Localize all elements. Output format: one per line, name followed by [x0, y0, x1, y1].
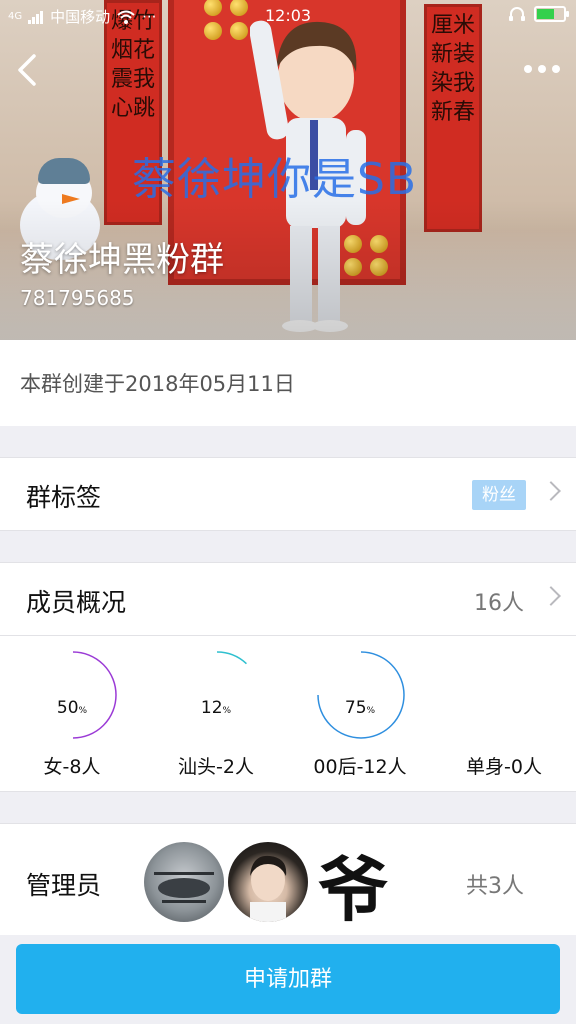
stat-ring — [460, 650, 550, 740]
members-overview-title: 成员概况 — [26, 588, 127, 617]
members-count: 16人 — [474, 591, 524, 616]
stat-percent: 12% — [200, 698, 232, 718]
chevron-right-icon — [541, 481, 561, 501]
stat-label: 单身-0人 — [466, 756, 542, 778]
snowman-hat — [38, 158, 90, 184]
chevron-right-icon — [541, 586, 561, 606]
stat-ring-arc — [72, 651, 117, 739]
admins-title: 管理员 — [26, 871, 102, 900]
admin-avatar[interactable] — [144, 842, 224, 922]
more-dots-icon — [524, 65, 560, 73]
group-cover-banner: 爆竹烟花震我心跳 厘米新装染我新春 蔡徐坤你是SB 4G 中国移动 ··· 12… — [0, 0, 576, 340]
headset-icon — [509, 7, 525, 21]
group-created-section: 本群创建于2018年05月11日 — [0, 340, 576, 426]
battery-icon — [534, 6, 569, 22]
join-group-button[interactable]: 申请加群 — [16, 944, 560, 1014]
stat-age: 75% 00后-12人 — [288, 648, 432, 788]
status-bar: 4G 中国移动 ··· 12:03 — [0, 0, 576, 32]
stat-percent: 75% — [344, 698, 376, 718]
tag-chip: 粉丝 — [472, 480, 526, 510]
stat-ring — [216, 651, 247, 665]
status-time: 12:03 — [265, 6, 312, 25]
admins-total: 共3人 — [466, 874, 524, 899]
stat-label: 女-8人 — [43, 756, 101, 778]
banner-overlay-text: 蔡徐坤你是SB — [132, 154, 418, 205]
admins-row[interactable]: 管理员 爷 共3人 — [0, 823, 576, 935]
network-type: 4G — [8, 11, 23, 22]
more-status-icon: ··· — [142, 7, 157, 26]
status-left: 4G 中国移动 ··· — [8, 6, 156, 27]
couplet-right: 厘米新装染我新春 — [424, 4, 482, 232]
more-button[interactable] — [520, 52, 564, 86]
admin-avatar[interactable]: 爷 — [312, 842, 392, 922]
stat-ring — [317, 651, 405, 739]
group-name: 蔡徐坤黑粉群 — [20, 240, 224, 280]
signal-icon — [28, 10, 44, 24]
status-right — [508, 6, 569, 22]
chevron-left-icon — [18, 54, 36, 86]
group-tags-title: 群标签 — [26, 483, 102, 512]
stat-ring-arc — [216, 651, 247, 665]
group-created-text: 本群创建于2018年05月11日 — [20, 372, 295, 396]
battery-fill — [537, 9, 554, 19]
stat-region: 12% 汕头-2人 — [144, 648, 288, 788]
member-stats: 50% 女-8人 12% 汕头-2人 75% 00后-12人 单身-0人 — [0, 636, 576, 792]
stat-percent: 50% — [56, 698, 88, 718]
stat-ring — [72, 651, 117, 739]
group-id: 781795685 — [20, 286, 135, 310]
members-overview-row[interactable]: 成员概况 16人 — [0, 562, 576, 636]
stat-label: 汕头-2人 — [178, 756, 254, 778]
group-tags-row[interactable]: 群标签 粉丝 — [0, 457, 576, 531]
avatar-glyph: 爷 — [318, 848, 388, 922]
carrier-name: 中国移动 — [50, 8, 111, 26]
stat-female: 50% 女-8人 — [0, 648, 144, 788]
back-button[interactable] — [10, 48, 50, 92]
wifi-icon — [117, 10, 135, 24]
person-photo — [250, 855, 287, 922]
admin-avatar[interactable] — [228, 842, 308, 922]
stat-single: 单身-0人 — [432, 648, 576, 788]
stat-ring-arc — [317, 651, 405, 739]
stat-label: 00后-12人 — [313, 756, 407, 778]
helicopter-photo — [154, 872, 214, 903]
